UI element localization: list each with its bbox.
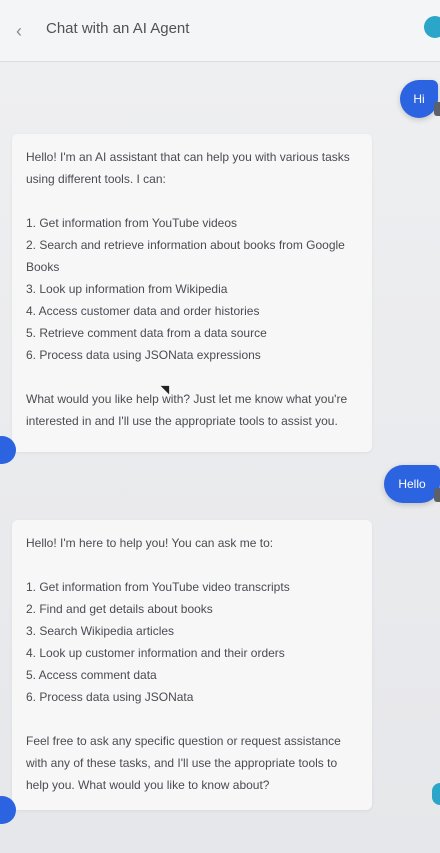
list-item: 6. Process data using JSONata expression… xyxy=(26,348,261,362)
user-message-text: Hi xyxy=(413,92,425,106)
user-message: Hi xyxy=(400,80,438,118)
list-item: 1. Get information from YouTube video tr… xyxy=(26,580,290,594)
capability-list: 1. Get information from YouTube video tr… xyxy=(26,576,358,708)
back-arrow-icon[interactable]: ‹ xyxy=(8,20,30,42)
list-item: 3. Search Wikipedia articles xyxy=(26,624,175,638)
user-message-text: Hello xyxy=(398,477,426,491)
chat-header: ‹ Chat with an AI Agent xyxy=(0,0,440,62)
assistant-outro: Feel free to ask any specific question o… xyxy=(26,734,341,792)
assistant-message: Hello! I'm here to help you! You can ask… xyxy=(0,520,372,824)
assistant-outro: What would you like help with? Just let … xyxy=(26,392,348,428)
list-item: 3. Look up information from Wikipedia xyxy=(26,282,228,296)
list-item: 2. Find and get details about books xyxy=(26,602,213,616)
list-item: 5. Access comment data xyxy=(26,668,157,682)
list-item: 1. Get information from YouTube videos xyxy=(26,216,238,230)
chat-thread[interactable]: Hi Hello! I'm an AI assistant that can h… xyxy=(0,62,440,853)
user-avatar-icon xyxy=(434,488,440,502)
user-message: Hello xyxy=(384,465,440,503)
list-item: 5. Retrieve comment data from a data sou… xyxy=(26,326,267,340)
assistant-intro: Hello! I'm here to help you! You can ask… xyxy=(26,536,274,550)
list-item: 4. Access customer data and order histor… xyxy=(26,304,260,318)
page-title: Chat with an AI Agent xyxy=(46,20,190,37)
edge-indicator-icon xyxy=(432,783,440,805)
assistant-intro: Hello! I'm an AI assistant that can help… xyxy=(26,150,350,186)
user-avatar-icon xyxy=(434,102,440,116)
assistant-message: Hello! I'm an AI assistant that can help… xyxy=(0,134,372,464)
capability-list: 1. Get information from YouTube videos 2… xyxy=(26,212,358,366)
status-dot-icon xyxy=(424,16,440,38)
list-item: 2. Search and retrieve information about… xyxy=(26,238,345,274)
list-item: 6. Process data using JSONata xyxy=(26,690,194,704)
assistant-avatar-icon xyxy=(0,436,16,464)
list-item: 4. Look up customer information and thei… xyxy=(26,646,285,660)
assistant-avatar-icon xyxy=(0,796,16,824)
